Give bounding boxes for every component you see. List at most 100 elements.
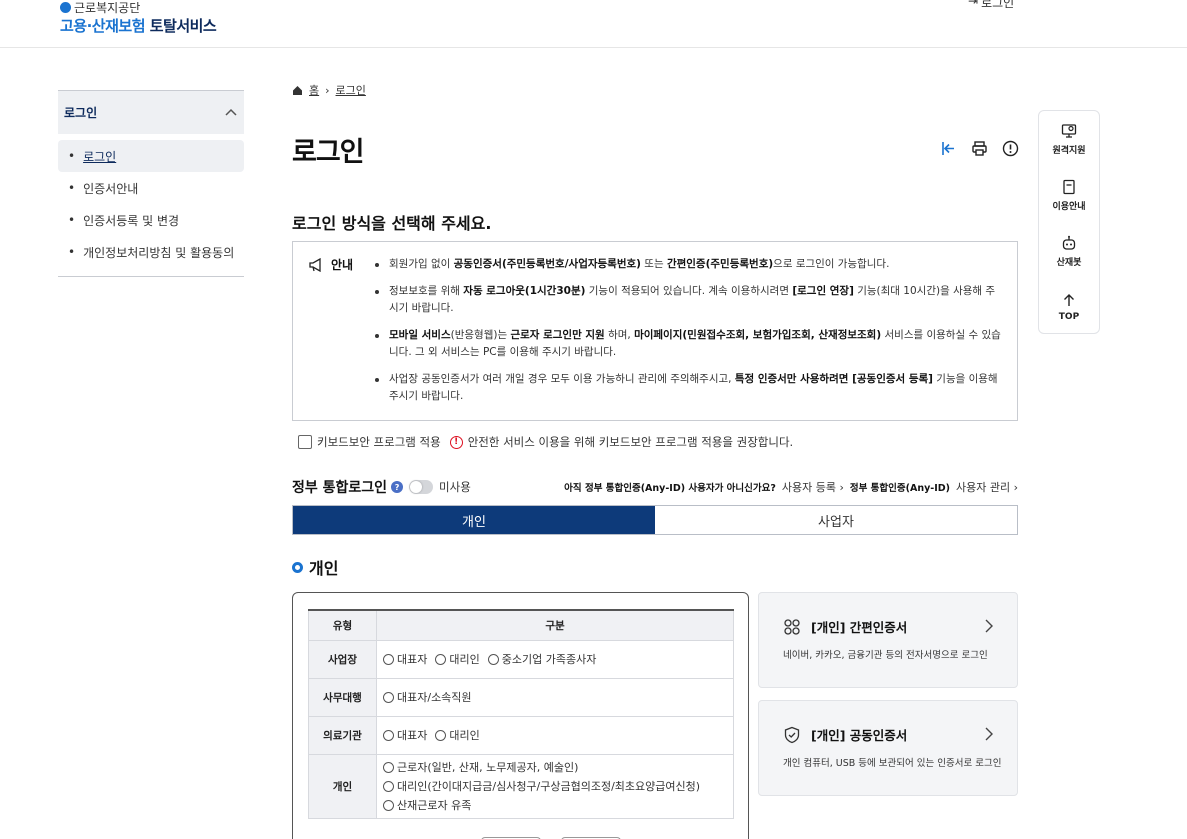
- breadcrumb-home[interactable]: 홈: [309, 82, 319, 98]
- notice-text: [로그인 연장]: [792, 285, 854, 297]
- sidebar-item-cert-register[interactable]: • 인증서등록 및 변경: [58, 204, 244, 236]
- brand-title[interactable]: 고용·산재보험 토탈서비스: [60, 15, 217, 36]
- notice-text: 모바일 서비스: [389, 329, 451, 341]
- radio-label: 중소기업 가족종사자: [501, 653, 597, 666]
- radio-option[interactable]: 대표자: [383, 727, 427, 743]
- quick-label: 산재봇: [1056, 257, 1082, 268]
- sidebar-divider: [58, 276, 244, 277]
- radio-button[interactable]: [435, 729, 447, 741]
- print-icon[interactable]: [971, 140, 988, 157]
- notice-label: 안내: [309, 256, 353, 273]
- radio-line: 대표자 대리인 중소기업 가족종사자: [383, 650, 733, 669]
- bullet: •: [68, 181, 76, 195]
- quick-menu: 원격지원 이용안내 산재봇 TOP: [1038, 110, 1100, 334]
- tab-business[interactable]: 사업자: [655, 506, 1017, 534]
- type-options: 대표자 대리인 중소기업 가족종사자: [376, 639, 734, 679]
- radio-label: 대리인: [449, 653, 480, 666]
- type-category: 개인: [308, 753, 377, 819]
- radio-button[interactable]: [383, 761, 394, 773]
- keyboard-security-checkbox[interactable]: [298, 435, 312, 449]
- table-row: 사무대행 대표자/소속직원: [308, 677, 734, 717]
- register-link[interactable]: 사용자 등록 ›: [782, 479, 844, 495]
- quick-chatbot[interactable]: 산재봇: [1039, 223, 1099, 279]
- table-row: 사업장 대표자 대리인 중소기업 가족종사자: [308, 639, 734, 679]
- sidebar-title-label: 로그인: [64, 106, 98, 120]
- notice-text: 마이페이지(민원접수조회, 보험가입조회, 산재정보조회): [634, 329, 882, 341]
- manage-link[interactable]: 사용자 관리 ›: [956, 479, 1018, 495]
- arrow-up-icon: [1064, 294, 1074, 306]
- notice-text: 또는: [640, 258, 667, 270]
- manage-link-label: 사용자 관리: [955, 481, 1011, 494]
- radio-button[interactable]: [487, 653, 499, 665]
- quick-remote-support[interactable]: 원격지원: [1039, 111, 1099, 167]
- notice-text: 정보보호를 위해: [389, 285, 464, 297]
- gov-login-toggle[interactable]: [409, 480, 434, 494]
- keyboard-security-warning: 안전한 서비스 이용을 위해 키보드보안 프로그램 적용을 권장합니다.: [467, 435, 794, 449]
- radio-option[interactable]: 대리인: [435, 727, 480, 743]
- radio-button[interactable]: [383, 691, 394, 703]
- radio-button[interactable]: [383, 653, 394, 665]
- radio-line: 산재근로자 유족: [383, 796, 733, 815]
- radio-option[interactable]: 근로자(일반, 산재, 노무제공자, 예술인): [383, 759, 578, 775]
- radio-label: 대표자: [397, 729, 428, 742]
- radio-button[interactable]: [383, 729, 394, 741]
- chevron-up-icon: [225, 108, 237, 116]
- radio-option[interactable]: 대리인(간이대지급금/심사청구/구상금협의조정/최초요양급여신청): [383, 778, 700, 794]
- joint-cert-card[interactable]: [개인] 공동인증서 개인 컴퓨터, USB 등에 보관되어 있는 인증서로 로…: [758, 700, 1018, 796]
- radio-label: 대리인(간이대지급금/심사청구/구상금협의조정/최초요양급여신청): [397, 780, 701, 793]
- sidebar-item-label: 인증서안내: [83, 181, 139, 196]
- tab-individual[interactable]: 개인: [293, 506, 655, 534]
- radio-option[interactable]: 대리인: [435, 651, 480, 667]
- help-icon[interactable]: ?: [391, 481, 404, 493]
- gov-login-title: 정부 통합로그인: [292, 480, 388, 496]
- sidebar-title[interactable]: 로그인: [58, 90, 244, 134]
- info-icon[interactable]: [1002, 140, 1019, 157]
- radio-button[interactable]: [383, 780, 394, 792]
- site-header: 근로복지공단 고용·산재보험 토탈서비스 ⇥ 로그인: [0, 0, 1187, 48]
- radio-option[interactable]: 중소기업 가족종사자: [487, 651, 597, 667]
- logo-mark-icon: [60, 2, 71, 13]
- table-header: 유형: [308, 609, 377, 641]
- bullet: •: [68, 213, 76, 227]
- notice-item: 정보보호를 위해 자동 로그아웃(1시간30분) 기능이 적용되어 있습니다. …: [373, 283, 1003, 317]
- login-type-tabs: 개인 사업자: [292, 505, 1018, 535]
- collapse-left-icon[interactable]: [940, 140, 957, 157]
- easy-cert-desc: 네이버, 카카오, 금융기관 등의 전자서명으로 로그인: [783, 650, 988, 661]
- type-options: 대표자/소속직원: [376, 677, 734, 717]
- easy-cert-card[interactable]: [개인] 간편인증서 네이버, 카카오, 금융기관 등의 전자서명으로 로그인: [758, 592, 1018, 688]
- quick-label: 원격지원: [1052, 145, 1086, 156]
- radio-button[interactable]: [435, 653, 447, 665]
- radio-option[interactable]: 대표자/소속직원: [383, 689, 472, 705]
- radio-label: 근로자(일반, 산재, 노무제공자, 예술인): [397, 761, 579, 774]
- radio-option[interactable]: 대표자: [383, 651, 427, 667]
- title-tools: [940, 140, 1019, 157]
- table-row: 의료기관 대표자 대리인: [308, 715, 734, 755]
- sidebar-item-privacy[interactable]: • 개인정보처리방침 및 활용동의: [58, 236, 244, 268]
- sidebar-item-cert-guide[interactable]: • 인증서안내: [58, 172, 244, 204]
- quick-usage-guide[interactable]: 이용안내: [1039, 167, 1099, 223]
- quick-top[interactable]: TOP: [1039, 279, 1099, 335]
- warning-icon: !: [449, 435, 463, 449]
- notice-text: 공동인증서(주민등록번호/사업자등록번호): [453, 258, 641, 270]
- login-link-label: 로그인: [981, 0, 1015, 10]
- login-link[interactable]: ⇥ 로그인: [968, 0, 1014, 11]
- bullet: •: [68, 149, 76, 163]
- radio-option[interactable]: 산재근로자 유족: [383, 797, 471, 813]
- breadcrumb-current[interactable]: 로그인: [336, 82, 366, 98]
- sidebar-item-login[interactable]: • 로그인: [58, 140, 244, 172]
- breadcrumb: 홈 › 로그인: [292, 82, 366, 98]
- anyid-label: 정부 통합인증(Any-ID): [849, 483, 950, 494]
- org-logo[interactable]: 근로복지공단: [60, 0, 140, 16]
- sidebar-menu: • 로그인 • 인증서안내 • 인증서등록 및 변경 • 개인정보처리방침 및 활용동의: [58, 140, 244, 268]
- quick-label: 이용안내: [1052, 201, 1086, 212]
- sidebar-item-label: 로그인: [83, 149, 117, 164]
- sidebar-item-label: 개인정보처리방침 및 활용동의: [83, 245, 235, 260]
- robot-icon: [1062, 235, 1076, 250]
- home-icon[interactable]: [292, 85, 303, 96]
- radio-button[interactable]: [383, 799, 394, 811]
- cert-card-head: [개인] 간편인증서: [783, 617, 907, 636]
- page-title: 로그인: [292, 137, 365, 168]
- notice-text: 하며,: [604, 329, 635, 341]
- radio-label: 대리인: [449, 729, 480, 742]
- ring-bullet-icon: [292, 561, 303, 573]
